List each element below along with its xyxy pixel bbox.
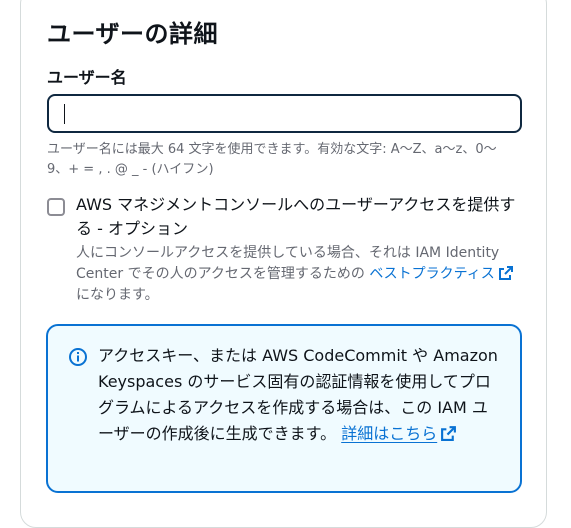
text-caret — [64, 104, 65, 124]
info-alert-message: アクセスキー、または AWS CodeCommit や Amazon Keysp… — [98, 346, 498, 443]
info-alert-text: アクセスキー、または AWS CodeCommit や Amazon Keysp… — [98, 343, 498, 447]
username-label: ユーザー名 — [47, 68, 127, 87]
console-access-label[interactable]: AWS マネジメントコンソールへのユーザーアクセスを提供する - オプション — [76, 193, 526, 241]
best-practices-link-text[interactable]: ベストプラクティス — [369, 266, 494, 282]
info-icon — [69, 348, 87, 366]
learn-more-link[interactable]: 詳細はこちら — [341, 424, 437, 443]
console-access-description-suffix: になります。 — [76, 287, 159, 303]
console-access-checkbox[interactable] — [47, 198, 65, 216]
best-practices-link[interactable]: ベストプラクティス — [369, 266, 513, 282]
section-title: ユーザーの詳細 — [47, 20, 219, 48]
username-input-wrapper[interactable] — [47, 94, 522, 133]
username-hint: ユーザー名には最大 64 文字を使用できます。有効な文字: A～Z、a～z、0～… — [47, 142, 497, 177]
username-input[interactable] — [49, 96, 520, 131]
external-link-icon — [498, 266, 513, 280]
console-access-description: 人にコンソールアクセスを提供している場合、それは IAM Identity Ce… — [76, 243, 526, 306]
external-link-icon — [441, 426, 457, 441]
